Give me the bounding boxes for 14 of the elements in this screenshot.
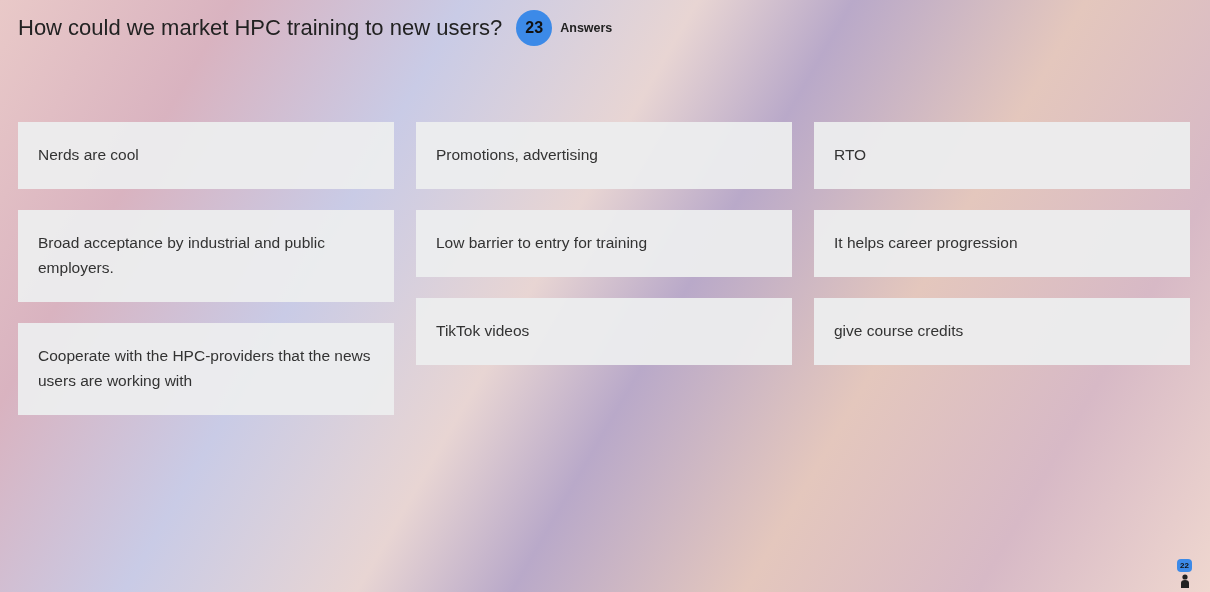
person-icon [1179, 574, 1190, 588]
answer-text: Low barrier to entry for training [436, 234, 648, 251]
answer-text: TikTok videos [436, 322, 530, 339]
answer-text: give course credits [834, 322, 964, 339]
answer-count-badge: 23 [516, 10, 553, 46]
question-title: How could we market HPC training to new users? [18, 15, 503, 41]
answer-text: Cooperate with the HPC-providers that the news users are working with [38, 347, 371, 389]
answer-text: Promotions, advertising [436, 146, 598, 163]
answer-text: RTO [834, 146, 867, 163]
answer-text: Broad acceptance by industrial and public employers. [38, 234, 325, 276]
answer-text: It helps career progression [834, 234, 1018, 251]
answer-text: Nerds are cool [38, 146, 139, 163]
participant-count-badge: 22 [1177, 559, 1192, 572]
answers-label: Answers [560, 21, 613, 35]
